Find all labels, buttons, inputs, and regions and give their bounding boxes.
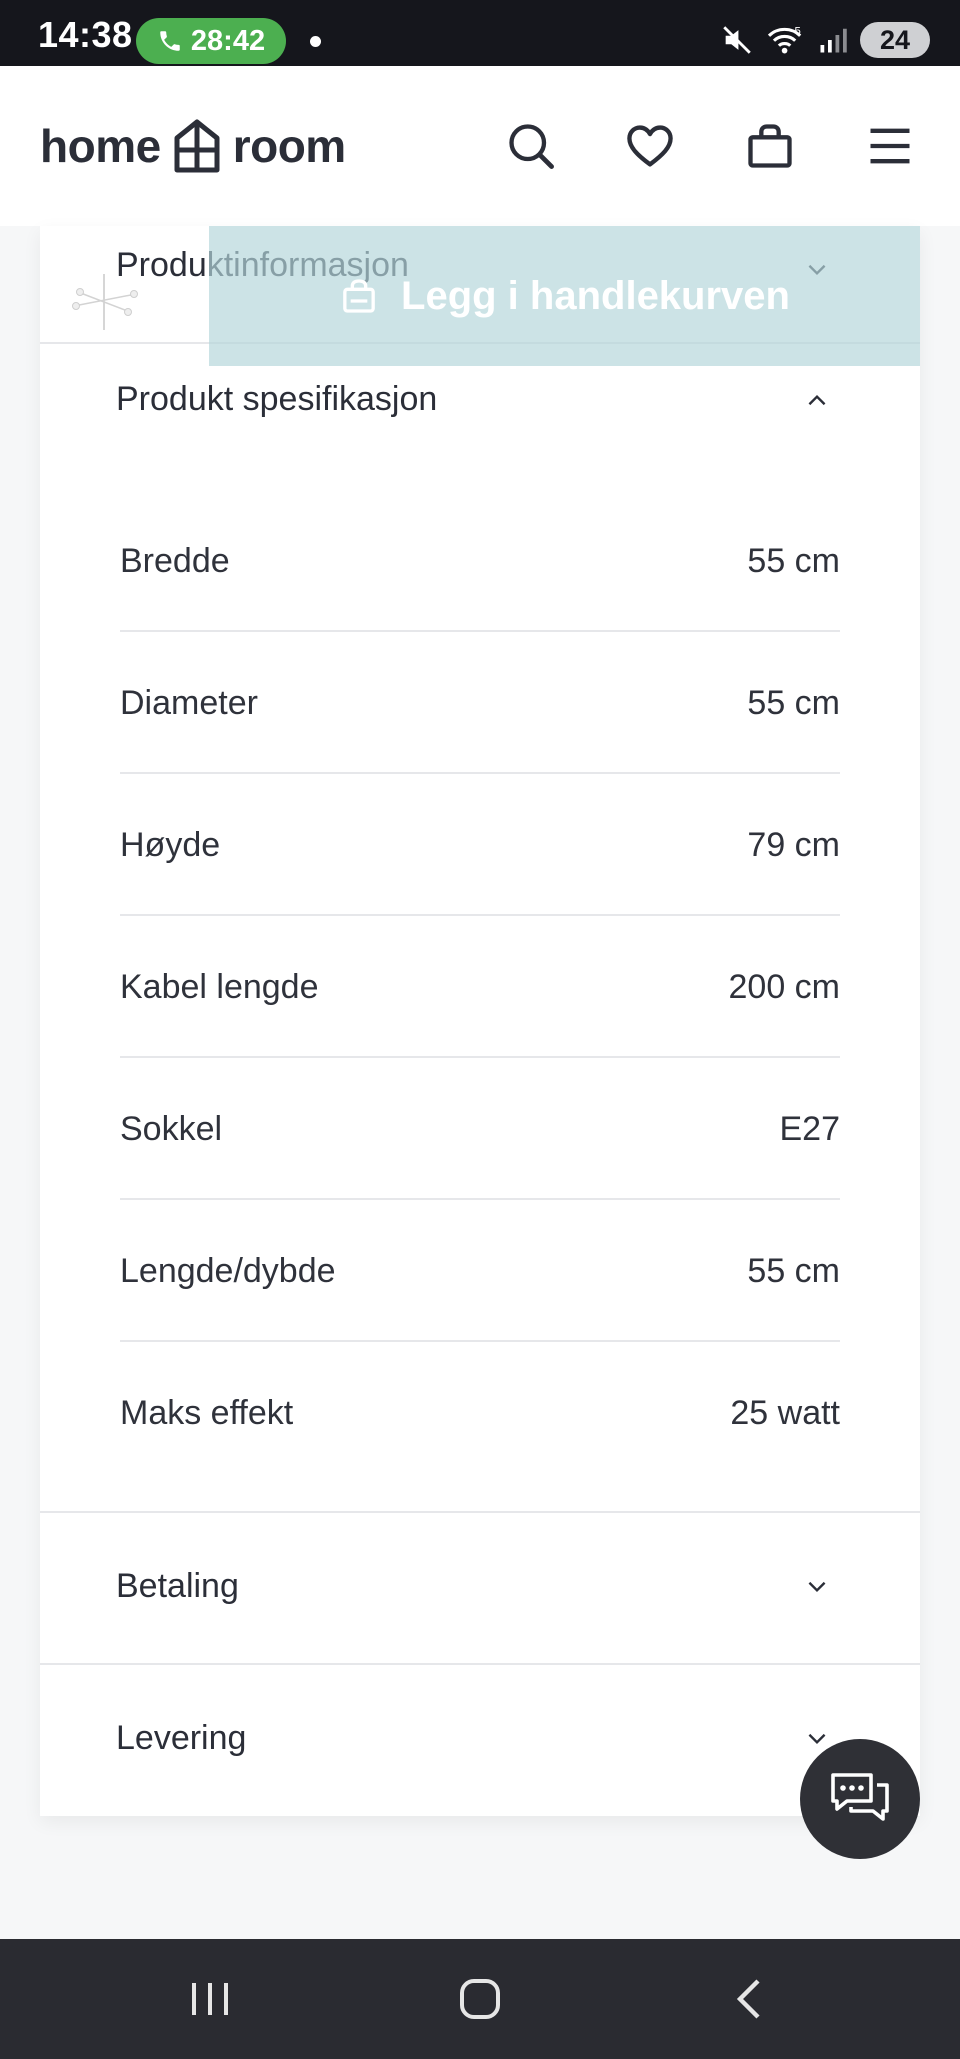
logo-text-left: home <box>40 120 161 172</box>
add-to-cart-button[interactable]: Legg i handlekurven <box>209 226 920 366</box>
bag-icon <box>748 124 792 168</box>
chevron-down-icon <box>808 1733 826 1745</box>
back-button[interactable] <box>720 1969 780 2029</box>
home-icon <box>460 1979 500 2019</box>
wishlist-button[interactable] <box>622 118 678 174</box>
spec-label: Diameter <box>120 684 258 722</box>
call-duration: 28:42 <box>190 24 266 57</box>
wifi-icon: 5 <box>767 25 802 54</box>
spec-label: Lengde/dybde <box>120 1252 336 1290</box>
spec-value: 55 cm <box>747 542 840 580</box>
spec-row: Maks effekt 25 watt <box>120 1342 840 1484</box>
status-bar: 14:38 28:42 5 24 <box>0 0 960 66</box>
shopping-bag-icon <box>343 279 375 313</box>
chevron-up-icon <box>808 394 826 406</box>
spec-value: 55 cm <box>747 1252 840 1290</box>
signal-icon <box>820 28 847 53</box>
phone-icon <box>160 31 180 51</box>
menu-button[interactable] <box>862 118 918 174</box>
spec-row: Høyde 79 cm <box>120 774 840 916</box>
product-thumbnail <box>72 274 138 330</box>
chat-icon <box>831 1773 889 1821</box>
spec-row: Lengde/dybde 55 cm <box>120 1200 840 1342</box>
product-details-card: Produktinformasjon Produkt spesifikasjon… <box>40 226 920 1816</box>
spec-value: 25 watt <box>730 1394 840 1432</box>
spec-row: Bredde 55 cm <box>120 490 840 632</box>
accordion-title: Betaling <box>116 1567 239 1605</box>
system-nav-bar <box>0 1939 960 2059</box>
mute-icon <box>723 26 751 54</box>
accordion-payment[interactable]: Betaling <box>40 1513 920 1663</box>
accordion-title: Produkt spesifikasjon <box>116 380 438 418</box>
spec-label: Maks effekt <box>120 1394 294 1432</box>
chevron-down-icon <box>808 1581 826 1593</box>
add-to-cart-label: Legg i handlekurven <box>401 273 790 318</box>
logo[interactable]: home room <box>40 116 346 176</box>
recents-icon <box>192 1983 228 2015</box>
logo-text-right: room <box>232 120 347 172</box>
svg-text:5: 5 <box>795 25 801 37</box>
battery-icon: 24 <box>860 22 930 58</box>
spec-value: 200 cm <box>728 968 841 1006</box>
search-icon <box>509 124 554 169</box>
spec-value: E27 <box>779 1110 841 1148</box>
cart-button[interactable] <box>742 118 798 174</box>
home-button[interactable] <box>450 1969 510 2029</box>
call-indicator[interactable]: 28:42 <box>136 18 286 64</box>
spec-value: 55 cm <box>747 684 840 722</box>
spec-label: Høyde <box>120 826 221 864</box>
site-header: home room <box>0 66 960 226</box>
heart-icon <box>627 125 673 167</box>
spec-label: Sokkel <box>120 1110 223 1148</box>
status-time: 14:38 <box>38 14 133 55</box>
notification-dot <box>310 36 321 47</box>
recents-button[interactable] <box>180 1969 240 2029</box>
back-icon <box>736 1979 760 2019</box>
battery-level: 24 <box>879 24 911 55</box>
spec-value: 79 cm <box>747 826 840 864</box>
search-button[interactable] <box>503 118 559 174</box>
accordion-title: Levering <box>116 1719 247 1757</box>
spec-row: Sokkel E27 <box>120 1058 840 1200</box>
spec-row: Kabel lengde 200 cm <box>120 916 840 1058</box>
chat-button[interactable] <box>800 1739 920 1859</box>
house-logo-icon <box>174 119 220 173</box>
accordion-delivery[interactable]: Levering <box>40 1665 920 1816</box>
menu-icon <box>870 128 910 164</box>
spec-row: Diameter 55 cm <box>120 632 840 774</box>
spec-label: Kabel lengde <box>120 968 319 1006</box>
spec-label: Bredde <box>120 542 230 580</box>
